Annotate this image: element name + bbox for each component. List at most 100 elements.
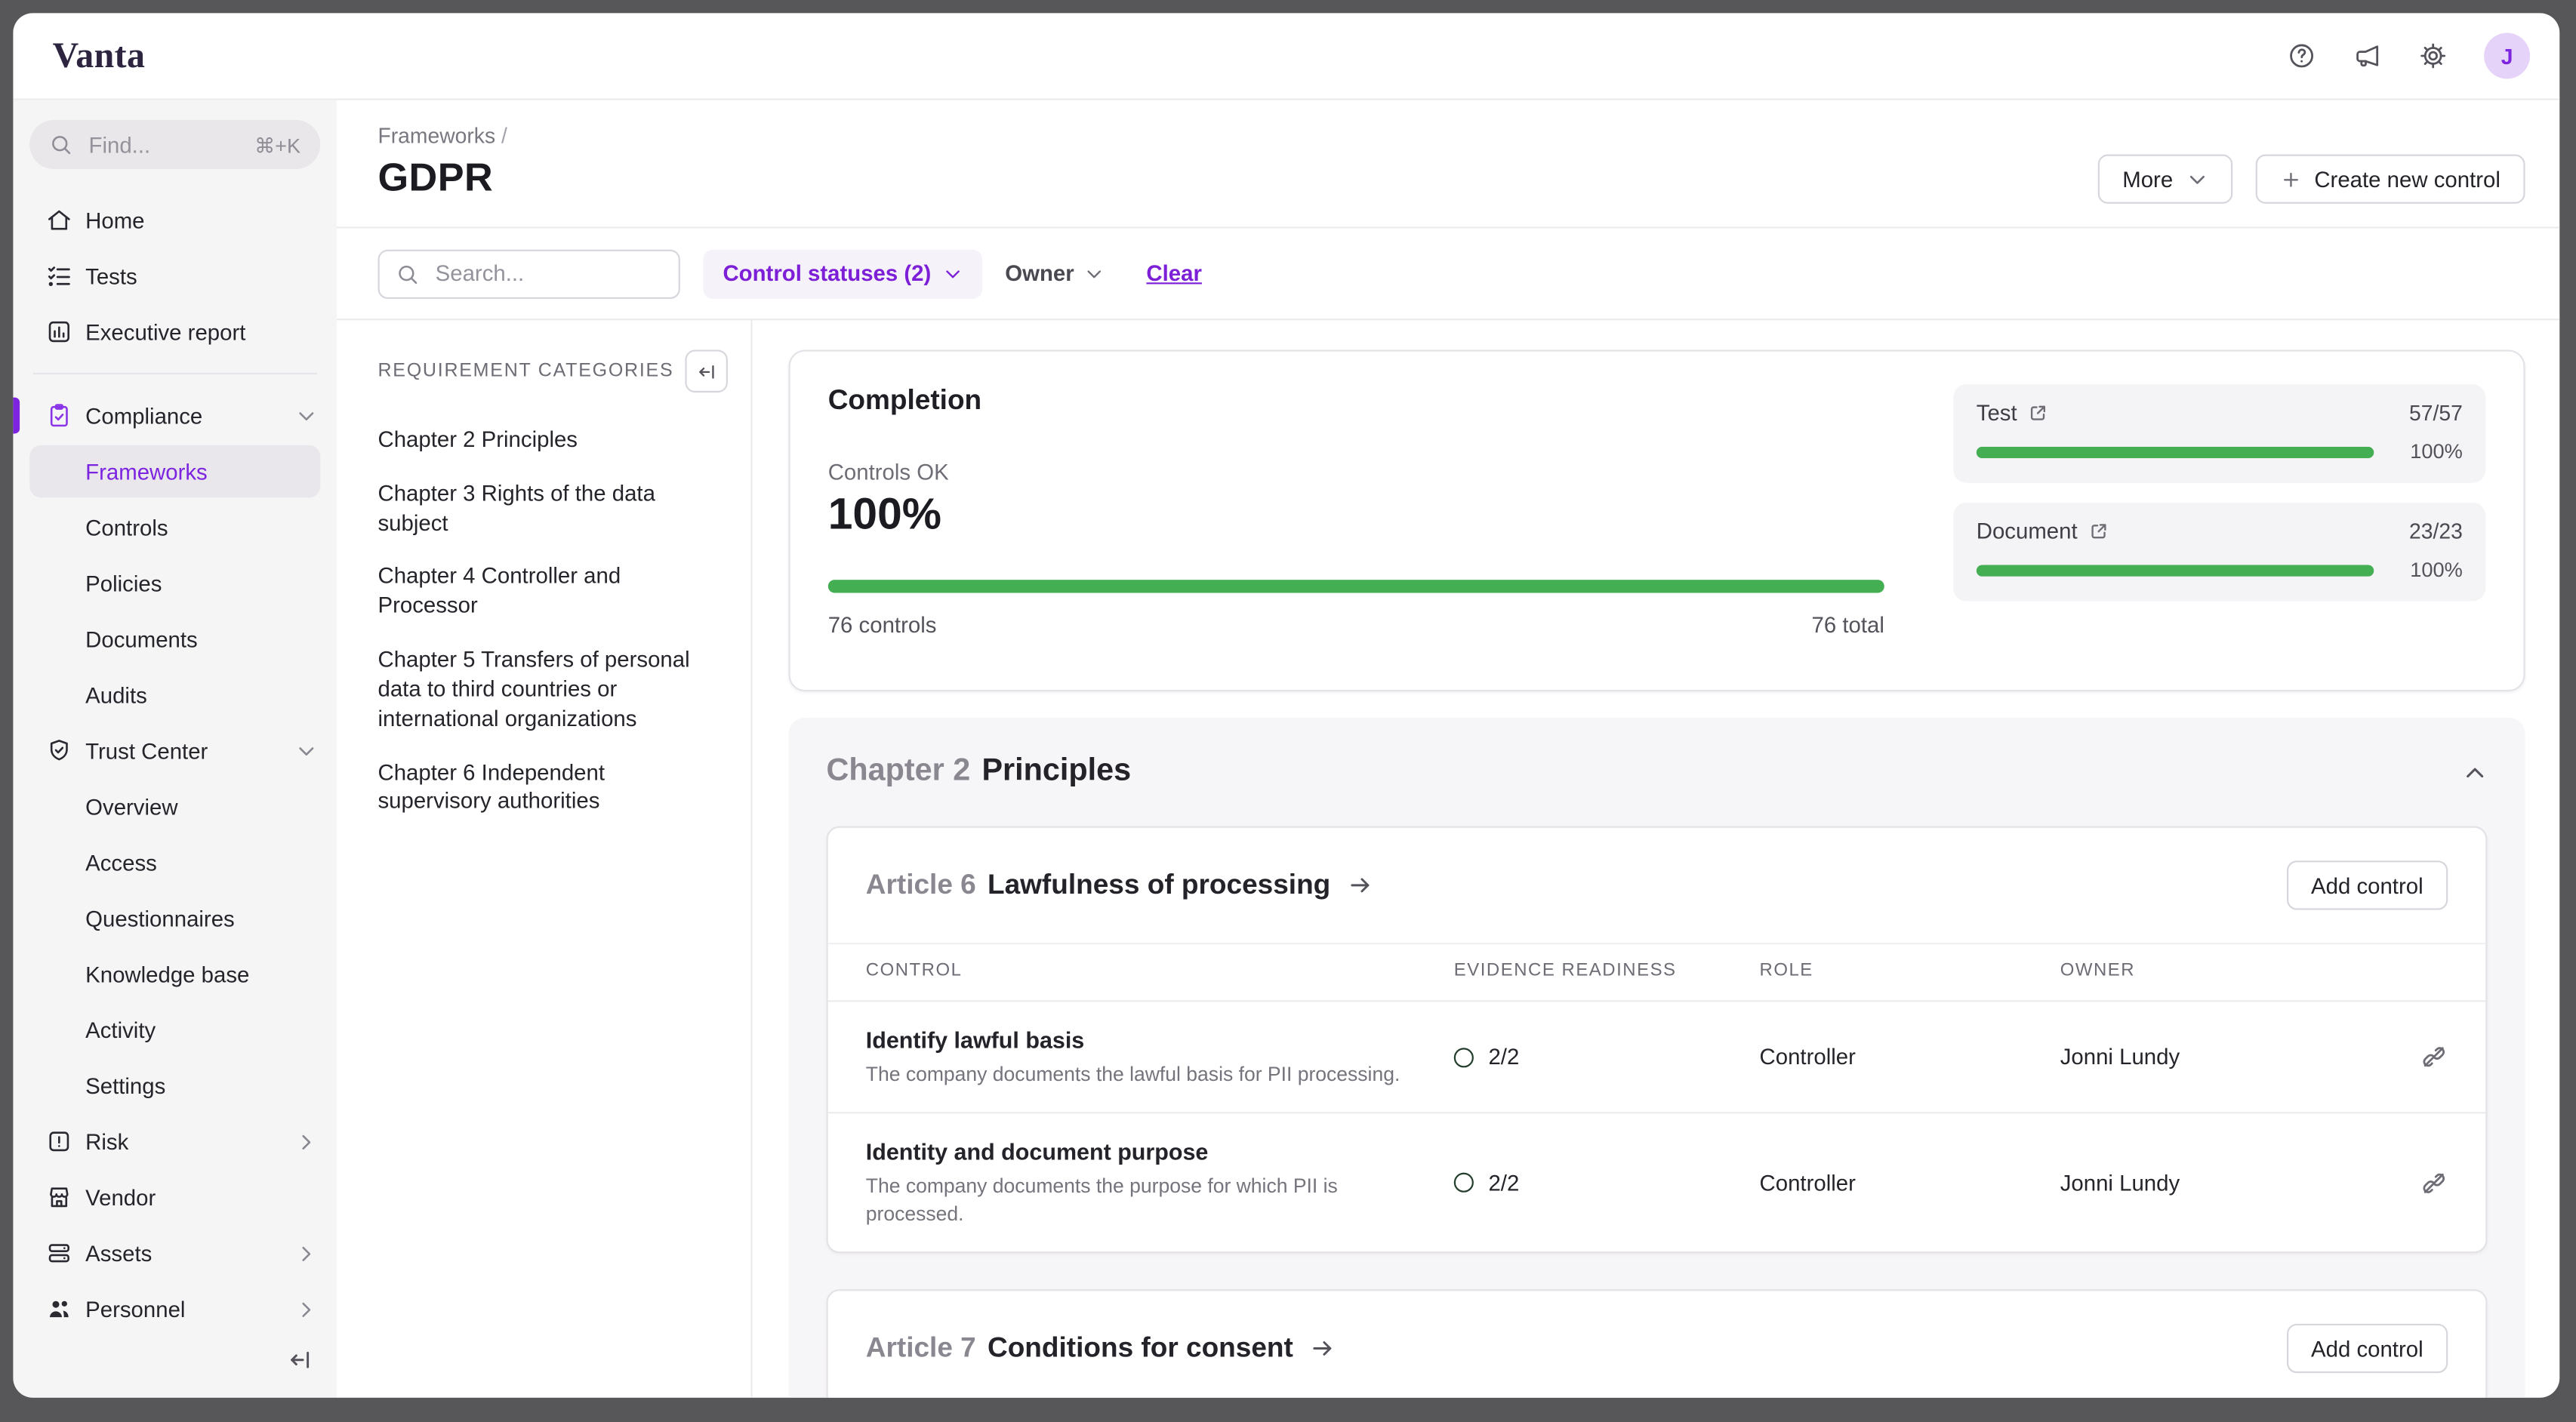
sidebar-item-trust-center[interactable]: Trust Center [13,722,337,778]
sidebar-item-questionnaires[interactable]: Questionnaires [13,890,337,946]
top-bar: Vanta J [13,13,2559,100]
document-stat-value: 23/23 [2409,519,2463,544]
categories-heading: REQUIREMENT CATEGORIES [377,362,673,381]
sidebar-item-vendor[interactable]: Vendor [13,1169,337,1225]
category-item[interactable]: Chapter 5 Transfers of personal data to … [377,645,727,733]
sidebar-collapse-button[interactable] [288,1337,337,1384]
controls-table-header: CONTROL EVIDENCE READINESS ROLE OWNER [828,943,2486,1002]
find-input[interactable] [85,131,241,159]
unlink-icon[interactable] [2420,1043,2448,1071]
control-name[interactable]: Identify lawful basis [866,1026,1454,1053]
category-item[interactable]: Chapter 2 Principles [377,426,727,455]
main-area: Frameworks / GDPR More Create [337,100,2559,1398]
arrow-right-icon[interactable] [1347,872,1373,898]
test-stat-link[interactable]: Test [1977,401,2048,426]
unlink-icon[interactable] [2420,1169,2448,1197]
help-icon[interactable] [2287,41,2316,70]
sidebar-item-overview[interactable]: Overview [13,778,337,834]
sidebar-item-label: Trust Center [85,738,208,763]
breadcrumb-frameworks[interactable]: Frameworks [377,123,495,148]
avatar[interactable]: J [2484,33,2530,79]
document-stat-link[interactable]: Document [1977,519,2109,544]
plus-icon [2280,168,2301,189]
article-prefix: Article 6 [866,869,976,902]
search-icon [49,133,72,155]
sidebar-item-label: Vendor [85,1185,156,1210]
sidebar-item-label: Audits [85,682,147,707]
shield-check-icon [46,737,72,764]
sidebar-item-home[interactable]: Home [13,192,337,248]
search-box[interactable] [377,249,679,298]
find-box[interactable]: ⌘+K [29,120,320,169]
sidebar-item-label: Activity [85,1017,156,1042]
sidebar-item-assets[interactable]: Assets [13,1225,337,1281]
chevron-right-icon [296,1242,317,1263]
test-stat-label: Test [1977,401,2017,426]
sidebar-item-settings[interactable]: Settings [13,1057,337,1113]
control-name[interactable]: Identity and document purpose [866,1139,1454,1165]
column-header-control: CONTROL [866,961,1454,980]
add-control-button[interactable]: Add control [2286,1325,2448,1374]
add-control-button[interactable]: Add control [2286,860,2448,910]
sidebar: ⌘+K Home Tests Executive report [13,100,337,1398]
page-title: GDPR [377,156,493,202]
sidebar-item-audits[interactable]: Audits [13,666,337,722]
category-item[interactable]: Chapter 3 Rights of the data subject [377,479,727,538]
sidebar-item-label: Questionnaires [85,906,235,931]
article-title[interactable]: Conditions for consent [988,1333,1293,1366]
external-link-icon [2088,521,2109,542]
article-6-card: Article 6 Lawfulness of processing Add c… [827,826,2488,1254]
sidebar-item-label: Policies [85,571,162,596]
document-stat-label: Document [1977,519,2078,544]
arrow-right-icon[interactable] [1310,1336,1336,1362]
clear-filters-link[interactable]: Clear [1146,261,1202,286]
sidebar-item-tests[interactable]: Tests [13,248,337,304]
table-row[interactable]: Identify lawful basis The company docume… [828,1002,2486,1114]
sidebar-item-access[interactable]: Access [13,834,337,890]
more-button[interactable]: More [2098,155,2232,204]
table-row[interactable]: Identity and document purpose The compan… [828,1114,2486,1252]
sidebar-item-label: Knowledge base [85,962,249,986]
create-new-control-button[interactable]: Create new control [2255,155,2525,204]
chevron-down-icon [296,405,317,426]
category-item[interactable]: Chapter 4 Controller and Processor [377,562,727,621]
sidebar-item-frameworks[interactable]: Frameworks [29,445,320,498]
sidebar-item-label: Risk [85,1129,128,1154]
breadcrumb-separator: / [501,123,507,148]
collapse-section-chevron-up-icon[interactable] [2463,759,2488,784]
search-input[interactable] [432,260,662,288]
test-stat-box: Test 57/57 100% [1953,384,2485,483]
chevron-down-icon [1084,263,1104,283]
readiness-value: 2/2 [1488,1045,1519,1070]
bar-chart-icon [46,319,72,345]
sidebar-item-risk[interactable]: Risk [13,1113,337,1169]
categories-collapse-button[interactable] [685,349,728,392]
stage: Vanta J ⌘+K Home [0,0,2576,1422]
sidebar-item-controls[interactable]: Controls [13,500,337,556]
sidebar-item-label: Controls [85,515,168,540]
role-cell: Controller [1760,1171,2060,1196]
sidebar-item-executive-report[interactable]: Executive report [13,304,337,360]
role-cell: Controller [1760,1045,2060,1070]
owner-filter[interactable]: Owner [1005,261,1104,286]
sidebar-item-knowledge-base[interactable]: Knowledge base [13,946,337,1002]
article-title[interactable]: Lawfulness of processing [988,869,1330,902]
announcements-icon[interactable] [2353,41,2382,70]
sidebar-item-activity[interactable]: Activity [13,1002,337,1057]
chevron-right-icon [296,1131,317,1152]
sidebar-item-policies[interactable]: Policies [13,555,337,611]
category-item[interactable]: Chapter 6 Independent supervisory author… [377,758,727,817]
external-link-icon [2027,402,2048,423]
breadcrumb[interactable]: Frameworks / [377,123,2525,148]
article-7-header: Article 7 Conditions for consent Add con… [828,1291,2486,1398]
settings-gear-icon[interactable] [2418,41,2448,70]
find-shortcut: ⌘+K [254,132,300,157]
sidebar-item-compliance[interactable]: Compliance [13,388,337,444]
control-statuses-filter[interactable]: Control statuses (2) [703,249,981,298]
sidebar-item-documents[interactable]: Documents [13,611,337,666]
document-progress-bar [1977,564,2374,575]
chevron-down-icon [296,740,317,761]
controls-count: 76 controls [828,613,937,638]
sidebar-item-personnel[interactable]: Personnel [13,1281,337,1337]
topbar-actions: J [2287,33,2530,79]
